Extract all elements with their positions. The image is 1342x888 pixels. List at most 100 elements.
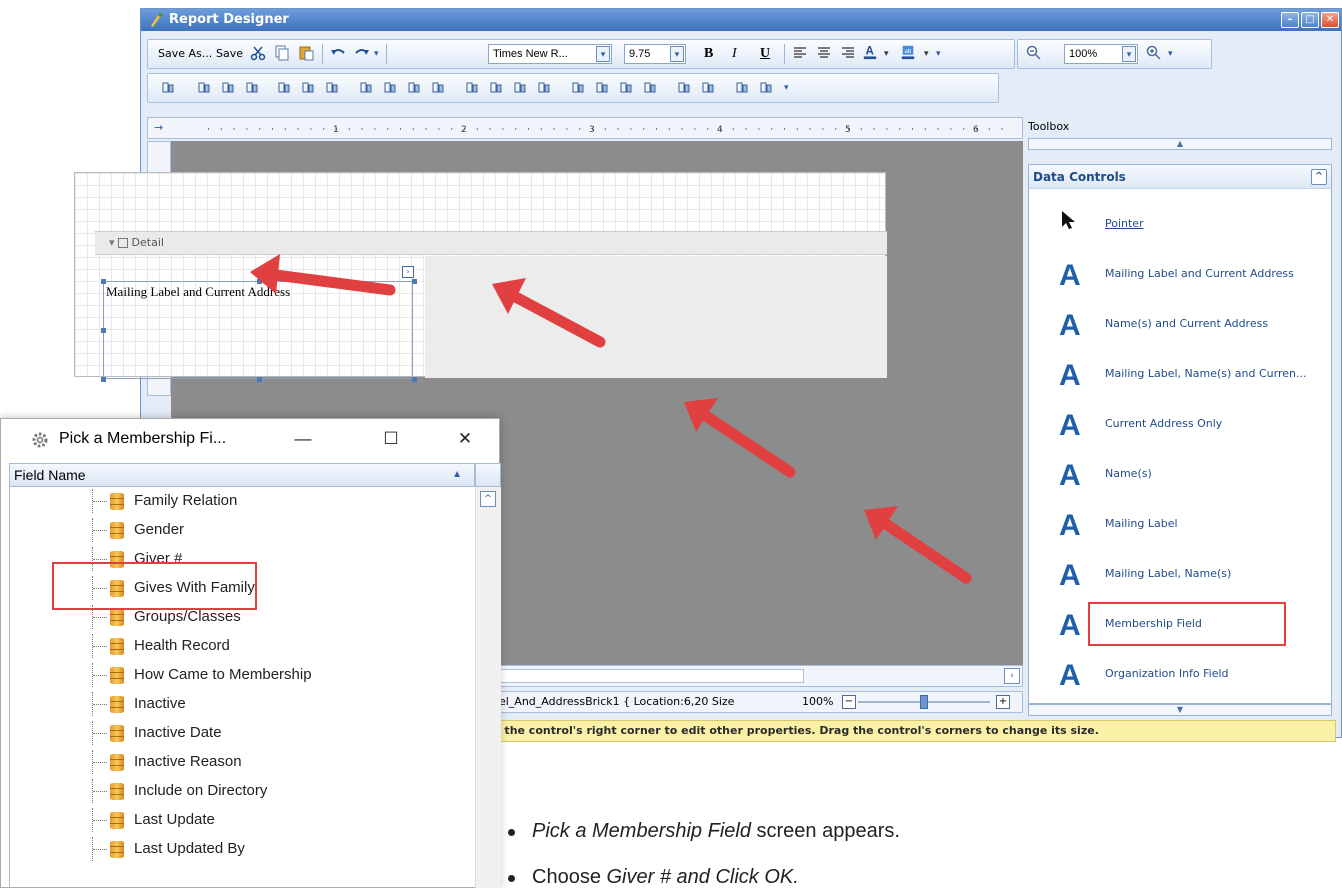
resize-handle[interactable] [101,328,106,333]
make-same-width-icon[interactable] [382,80,398,96]
make-same-size-icon[interactable] [430,80,446,96]
paste-icon[interactable] [298,45,314,61]
increase-v-spacing-icon[interactable] [594,80,610,96]
scroll-up-icon[interactable]: ^ [480,491,496,507]
maximize-button[interactable]: ☐ [371,425,411,453]
align-tops-icon[interactable] [276,80,292,96]
decrease-h-spacing-icon[interactable] [512,80,528,96]
remove-h-spacing-icon[interactable] [536,80,552,96]
resize-handle[interactable] [257,377,262,382]
field-row[interactable]: How Came to Membership [10,663,476,687]
zoom-slider-thumb[interactable] [920,695,928,709]
vertical-spacing-equal-icon[interactable] [570,80,586,96]
copy-icon[interactable] [274,45,290,61]
decrease-v-spacing-icon[interactable] [618,80,634,96]
size-to-grid-icon[interactable] [358,80,374,96]
toolbox-scroll-down[interactable]: ▼ [1028,704,1332,716]
collapse-icon[interactable]: ▾ [109,236,115,249]
tool-mailing-label-names[interactable]: A Mailing Label, Name(s) [1029,551,1331,601]
vertical-scrollbar[interactable]: ^ [475,487,501,888]
scroll-right-button[interactable]: › [1004,668,1020,684]
increase-h-spacing-icon[interactable] [488,80,504,96]
close-button[interactable]: ✕ [445,425,485,453]
smart-tag-button[interactable]: › [402,266,414,278]
title-bar[interactable]: Report Designer – □ ✕ [141,9,1341,31]
field-row[interactable]: Family Relation [10,489,476,513]
undo-icon[interactable] [330,45,346,61]
data-controls-header[interactable]: Data Controls ^ [1029,165,1331,189]
align-to-grid-icon[interactable] [160,80,176,96]
align-middles-icon[interactable] [300,80,316,96]
resize-handle[interactable] [101,377,106,382]
tool-current-address-only[interactable]: A Current Address Only [1029,401,1331,451]
horizontal-scrollbar[interactable]: › [489,665,1023,687]
minimize-button[interactable]: — [283,425,323,453]
zoom-minus-button[interactable]: − [842,695,856,709]
detail-band-header[interactable]: ▾ Detail [95,231,887,255]
resize-handle[interactable] [101,279,106,284]
bring-to-front-icon[interactable] [734,80,750,96]
chevron-down-icon[interactable]: ▾ [1122,46,1136,62]
field-row[interactable]: Inactive Date [10,721,476,745]
underline-button[interactable]: U [760,44,770,64]
align-rights-icon[interactable] [244,80,260,96]
layout-overflow-icon[interactable]: ▾ [784,78,789,98]
zoom-combo[interactable]: 100% ▾ [1064,44,1138,64]
field-row[interactable]: Health Record [10,634,476,658]
save-button[interactable]: Save [216,44,243,64]
scroll-thumb[interactable] [492,669,804,683]
field-name-column-header[interactable]: Field Name ▲ [9,463,475,487]
align-left-icon[interactable] [792,45,808,61]
field-row[interactable]: Inactive [10,692,476,716]
back-color-dropdown-icon[interactable]: ▾ [924,44,929,64]
dialog-title-bar[interactable]: Pick a Membership Fi... — ☐ ✕ [1,419,499,459]
report-page[interactable]: ▾ Detail Mailing Label and Current Addre… [74,172,887,382]
field-row[interactable]: Last Update [10,808,476,832]
center-vertically-icon[interactable] [700,80,716,96]
align-lefts-icon[interactable] [196,80,212,96]
resize-handle[interactable] [412,279,417,284]
cut-icon[interactable] [250,45,266,61]
tool-pointer[interactable]: Pointer [1029,201,1331,251]
field-row[interactable]: Last Updated By [10,837,476,861]
minimize-button[interactable]: – [1281,12,1299,28]
zoom-dropdown-icon[interactable]: ▾ [1168,44,1173,64]
selected-label-control[interactable]: Mailing Label and Current Address › [101,266,417,382]
resize-handle[interactable] [412,377,417,382]
chevron-down-icon[interactable]: ▾ [596,46,610,62]
save-as-button[interactable]: Save As... [158,44,212,64]
italic-button[interactable]: I [732,44,737,64]
font-color-icon[interactable]: A [862,44,878,60]
font-size-combo[interactable]: 9.75 ▾ [624,44,686,64]
bold-button[interactable]: B [704,44,713,64]
field-row[interactable]: Include on Directory [10,779,476,803]
align-right-icon[interactable] [840,45,856,61]
zoom-out-icon[interactable] [1026,45,1042,61]
maximize-button[interactable]: □ [1301,12,1319,28]
remove-v-spacing-icon[interactable] [642,80,658,96]
zoom-plus-button[interactable]: + [996,695,1010,709]
back-color-icon[interactable]: ab [900,44,916,60]
field-row[interactable]: Gender [10,518,476,542]
chevron-down-icon[interactable]: ▾ [670,46,684,62]
tool-organization-info-field[interactable]: A Organization Info Field [1029,651,1331,701]
font-name-combo[interactable]: Times New R... ▾ [488,44,612,64]
send-to-back-icon[interactable] [758,80,774,96]
tool-mailing-label[interactable]: A Mailing Label [1029,501,1331,551]
toolbox-scroll-up[interactable]: ▲ [1028,138,1332,150]
zoom-in-icon[interactable] [1146,45,1162,61]
tool-names[interactable]: A Name(s) [1029,451,1331,501]
close-button[interactable]: ✕ [1321,12,1339,28]
redo-icon[interactable] [354,45,370,61]
redo-dropdown-icon[interactable]: ▾ [374,44,379,64]
align-centers-icon[interactable] [220,80,236,96]
toolbar-overflow-icon[interactable]: ▾ [936,44,941,64]
tool-mailing-label-current-address[interactable]: A Mailing Label and Current Address [1029,251,1331,301]
font-color-dropdown-icon[interactable]: ▾ [884,44,889,64]
make-same-height-icon[interactable] [406,80,422,96]
tool-names-current-address[interactable]: A Name(s) and Current Address [1029,301,1331,351]
align-center-icon[interactable] [816,45,832,61]
resize-handle[interactable] [257,279,262,284]
center-horizontally-icon[interactable] [676,80,692,96]
field-row[interactable]: Inactive Reason [10,750,476,774]
